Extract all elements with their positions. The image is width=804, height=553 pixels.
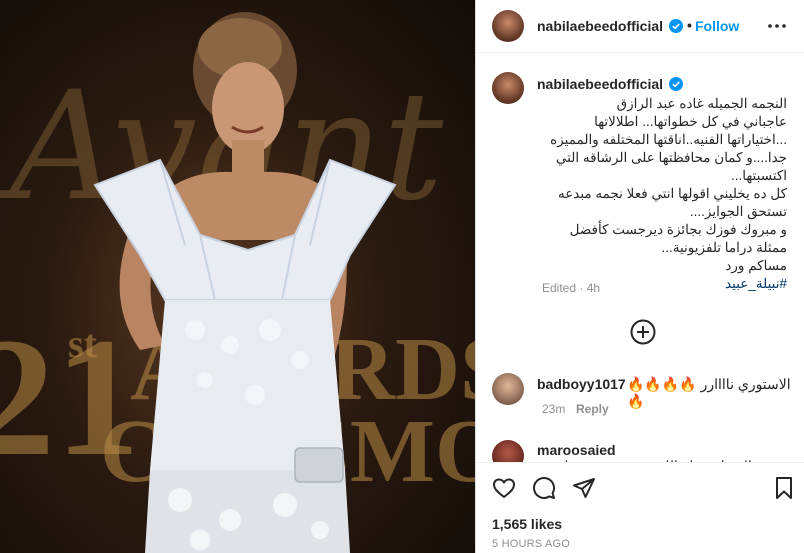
person-illustration [93, 12, 397, 553]
caption-edited-time: Edited · 4h [542, 281, 601, 295]
follow-button[interactable]: Follow [695, 18, 739, 34]
post-header: nabilaebeedofficial • Follow [476, 0, 804, 53]
header-separator: • [687, 17, 692, 33]
comment-icon[interactable] [532, 476, 556, 500]
comment-avatar[interactable] [492, 373, 524, 405]
likes-count[interactable]: 1,565 likes [492, 516, 562, 532]
caption-text: النجمه الجميله غاده عبد الرازق عاجباني ف… [537, 95, 787, 293]
post-photo: Avant Garde 21 st AWARDS CEREMONY [0, 0, 475, 553]
comment-reply-button[interactable]: Reply [576, 402, 609, 416]
author-avatar[interactable] [492, 10, 524, 42]
plus-circle-icon[interactable] [630, 319, 656, 345]
comment-time: 23m [542, 402, 566, 416]
share-icon[interactable] [572, 476, 596, 500]
post-time: 5 HOURS AGO [492, 538, 570, 550]
caption-body: النجمه الجميله غاده عبد الرازق عاجباني ف… [550, 96, 787, 273]
bookmark-icon[interactable] [772, 476, 796, 500]
caption-author-username[interactable]: nabilaebeedofficial [537, 76, 663, 92]
heart-icon[interactable] [492, 476, 516, 500]
verified-badge-icon [669, 77, 683, 91]
more-options-icon[interactable] [765, 16, 789, 36]
comment-text: الاستوري ناااارر 🔥🔥🔥🔥🔥 [627, 376, 791, 409]
caption-hashtag[interactable]: #نبيلة_عبيد [725, 276, 787, 291]
comment-username[interactable]: badboyy1017 [537, 376, 626, 392]
comment-username[interactable]: maroosaied [537, 442, 616, 458]
verified-badge-icon [669, 19, 683, 33]
post-side-panel: nabilaebeedofficial • Follow nabilaebeed… [475, 0, 804, 553]
author-username[interactable]: nabilaebeedofficial [537, 18, 663, 34]
post-actions: 1,565 likes 5 HOURS AGO [476, 462, 804, 553]
caption-author-avatar[interactable] [492, 72, 524, 104]
